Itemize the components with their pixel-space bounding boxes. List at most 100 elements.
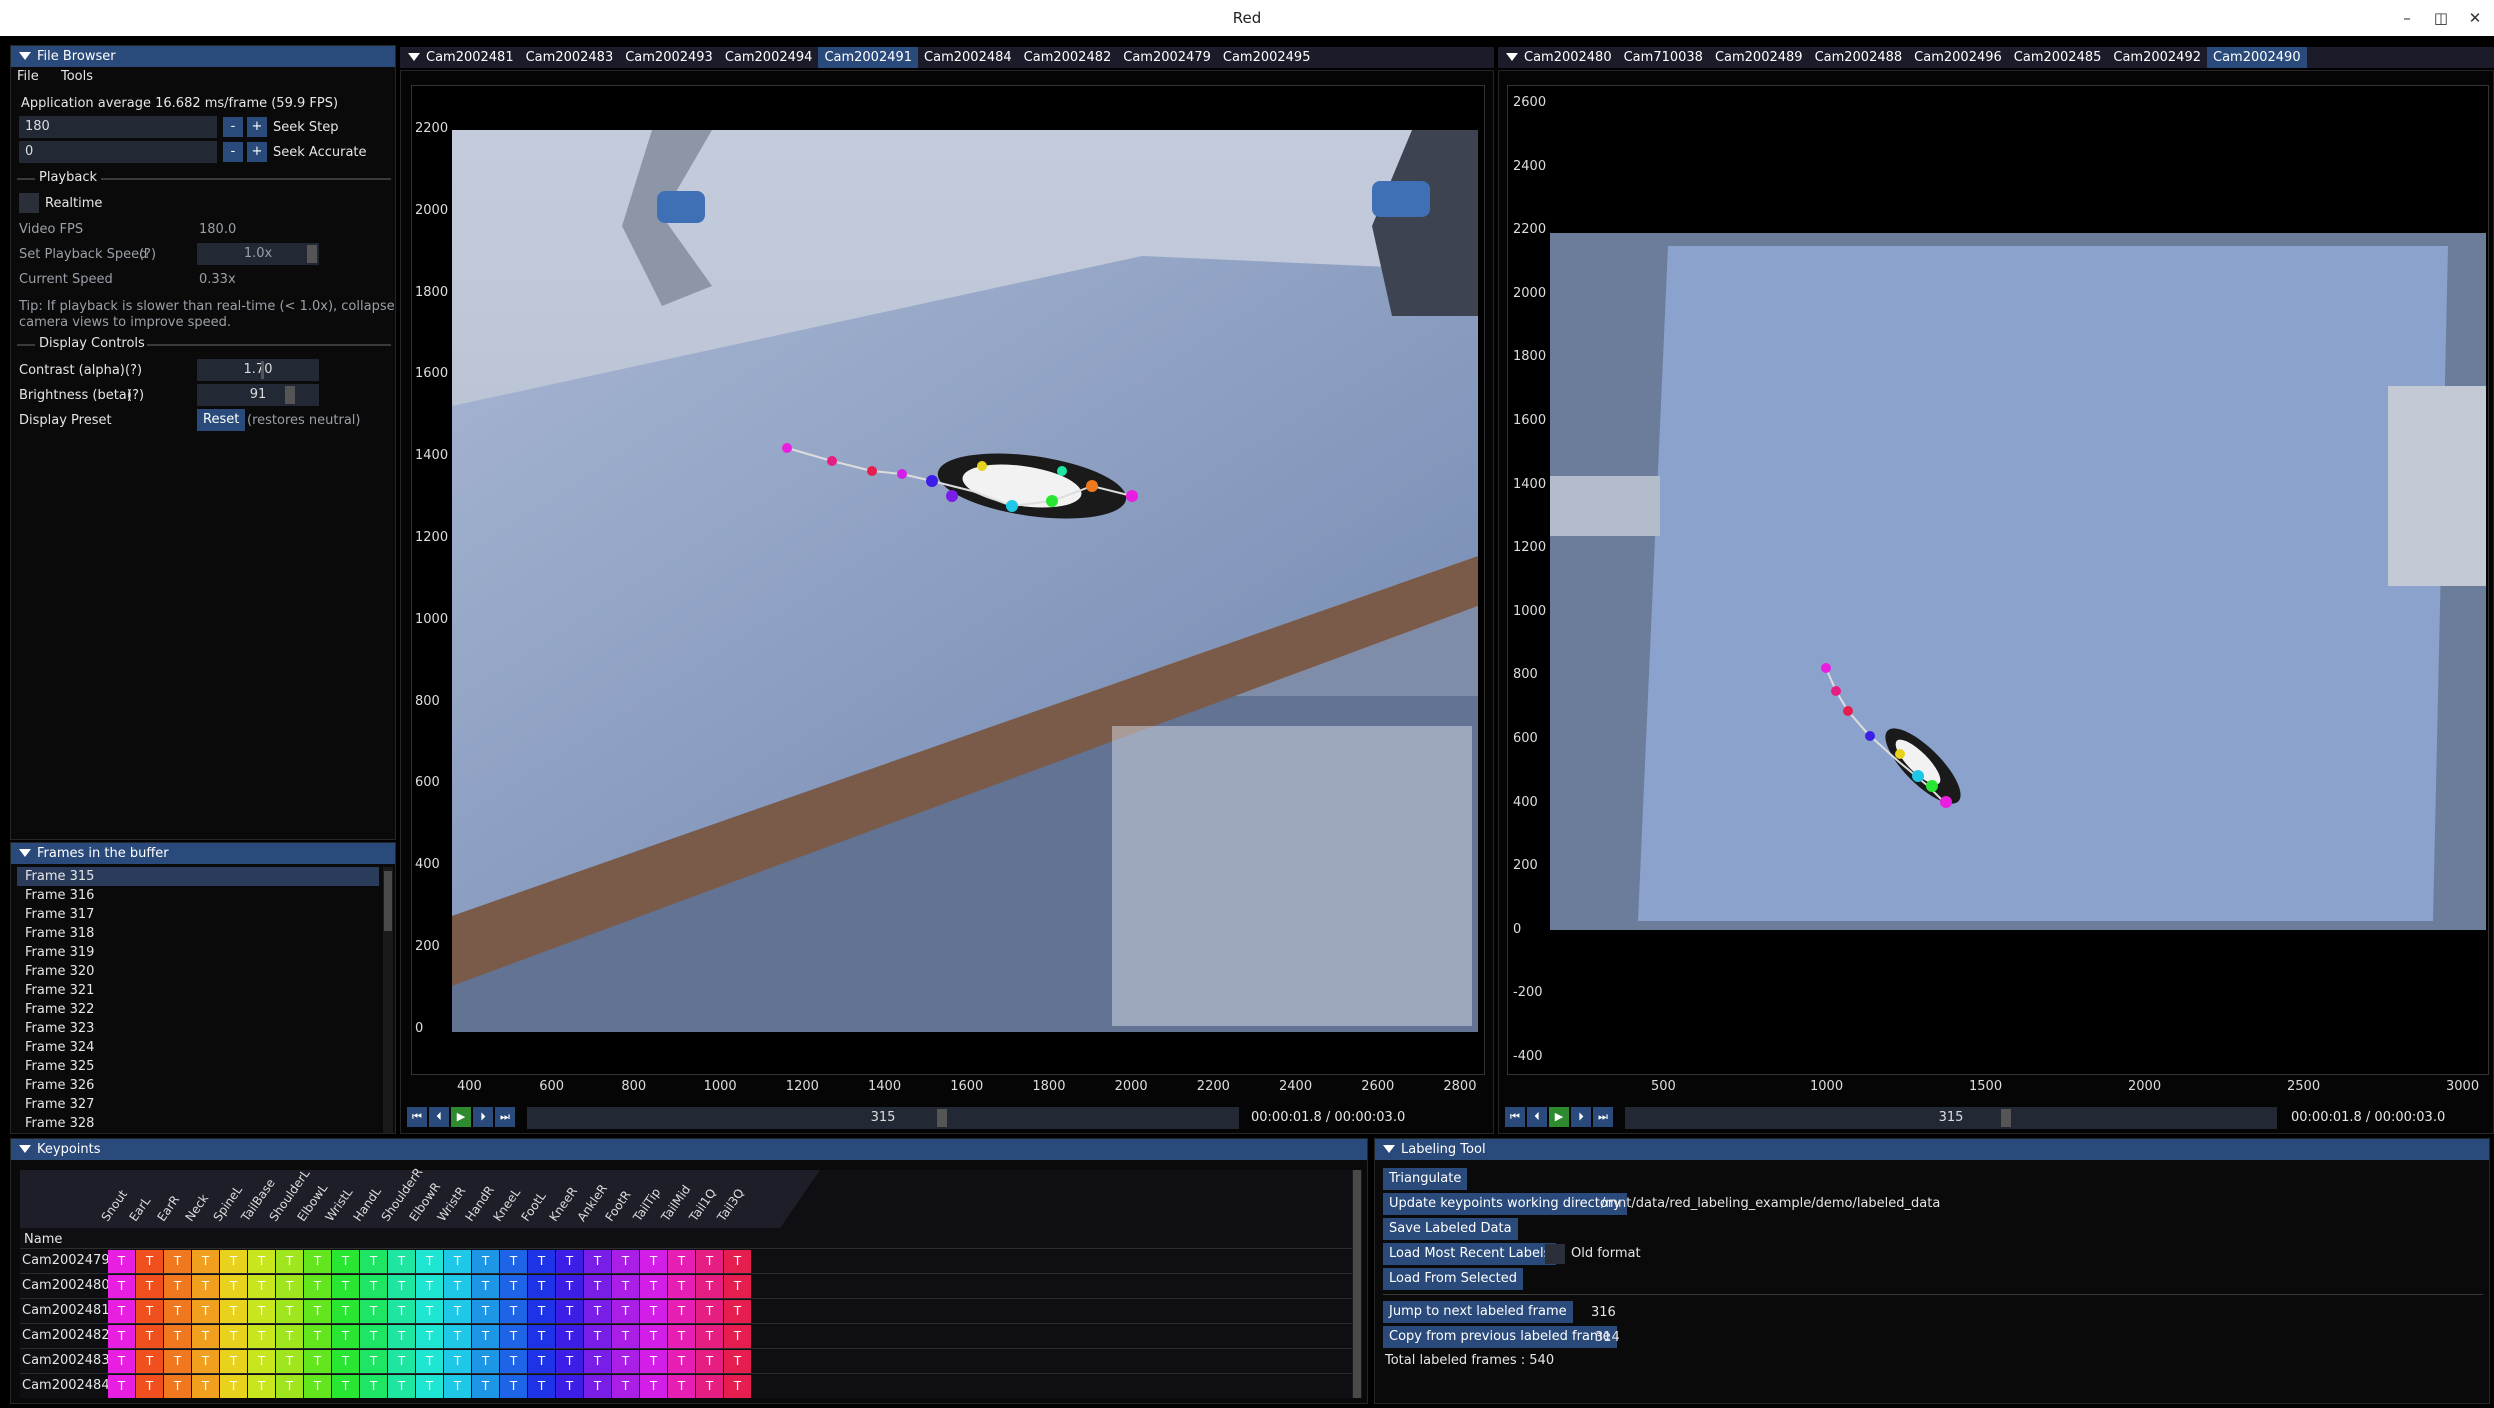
brightness-slider[interactable]: 91 [197,384,319,406]
keypoint-cell[interactable]: T [192,1350,219,1373]
keypoint-cell[interactable]: T [500,1325,527,1348]
keypoint-cell[interactable]: T [640,1350,667,1373]
keypoint-cell[interactable]: T [584,1275,611,1298]
load-from-selected-button[interactable]: Load From Selected [1383,1268,1524,1290]
file-browser-header[interactable]: File Browser [11,46,395,67]
keypoint-cell[interactable]: T [276,1300,303,1323]
keypoint-cell[interactable]: T [108,1350,135,1373]
triangulate-button[interactable]: Triangulate [1383,1168,1468,1190]
keypoint-cell[interactable]: T [528,1350,555,1373]
frame-list-item[interactable]: Frame 326 [17,1076,379,1095]
keypoint-cell[interactable]: T [696,1250,723,1273]
camera-tab[interactable]: Cam2002482 [1018,47,1118,68]
keypoint-cell[interactable]: T [724,1275,751,1298]
skip-end-icon[interactable]: ⏭ [495,1107,515,1127]
save-labeled-data-button[interactable]: Save Labeled Data [1383,1218,1518,1240]
frame-slider[interactable]: 315 [527,1107,1239,1129]
collapse-icon[interactable] [1383,1145,1395,1153]
keypoint-cell[interactable]: T [584,1375,611,1398]
keypoint-cell[interactable]: T [696,1275,723,1298]
seek-step-input[interactable]: 180 [19,116,217,138]
keypoint-cell[interactable]: T [304,1375,331,1398]
keypoint-cell[interactable]: T [640,1250,667,1273]
camera-tab[interactable]: Cam2002490 [2207,47,2307,68]
keypoint-cell[interactable]: T [668,1275,695,1298]
keypoint-cell[interactable]: T [668,1325,695,1348]
frame-list-item[interactable]: Frame 317 [17,905,379,924]
keypoint-cell[interactable]: T [528,1375,555,1398]
keypoint-cell[interactable]: T [584,1350,611,1373]
frame-list-item[interactable]: Frame 323 [17,1019,379,1038]
seek-step-decrement-button[interactable]: - [223,117,243,137]
keypoint-cell[interactable]: T [444,1375,471,1398]
right-plot-area[interactable] [1507,85,2489,1075]
menu-file[interactable]: File [17,69,39,84]
keypoint-cell[interactable]: T [668,1350,695,1373]
keypoint-cell[interactable]: T [584,1300,611,1323]
keypoint-cell[interactable]: T [724,1375,751,1398]
camera-tab[interactable]: Cam2002479 [1117,47,1217,68]
keypoint-cell[interactable]: T [388,1300,415,1323]
keypoint-cell[interactable]: T [108,1375,135,1398]
keypoint-cell[interactable]: T [500,1300,527,1323]
keypoint-cell[interactable]: T [640,1300,667,1323]
scroll-thumb[interactable] [384,871,392,931]
keypoint-cell[interactable]: T [556,1325,583,1348]
frame-list-item[interactable]: Frame 327 [17,1095,379,1114]
contrast-slider[interactable]: 1.70 [197,359,319,381]
keypoint-cell[interactable]: T [444,1250,471,1273]
keypoint-cell[interactable]: T [500,1250,527,1273]
frame-list-item[interactable]: Frame 328 [17,1114,379,1133]
keypoint-cell[interactable]: T [220,1250,247,1273]
step-forward-icon[interactable]: ⏵ [1571,1107,1591,1127]
keypoint-cell[interactable]: T [360,1275,387,1298]
realtime-checkbox[interactable] [19,193,39,213]
step-back-icon[interactable]: ⏴ [429,1107,449,1127]
keypoint-cell[interactable]: T [696,1350,723,1373]
keypoint-cell[interactable]: T [164,1300,191,1323]
keypoint-cell[interactable]: T [668,1375,695,1398]
old-format-checkbox[interactable] [1545,1244,1565,1264]
keypoint-cell[interactable]: T [472,1250,499,1273]
keypoint-cell[interactable]: T [696,1300,723,1323]
keypoint-cell[interactable]: T [164,1325,191,1348]
keypoint-cell[interactable]: T [108,1300,135,1323]
keypoint-cell[interactable]: T [332,1375,359,1398]
keypoint-cell[interactable]: T [388,1275,415,1298]
keypoint-cell[interactable]: T [276,1325,303,1348]
seek-step-increment-button[interactable]: + [247,117,267,137]
keypoint-cell[interactable]: T [444,1300,471,1323]
collapse-icon[interactable] [19,52,31,60]
keypoint-cell[interactable]: T [500,1375,527,1398]
keypoint-cell[interactable]: T [108,1325,135,1348]
keypoint-cell[interactable]: T [276,1350,303,1373]
camera-tab[interactable]: Cam2002491 [818,47,919,68]
keypoint-cell[interactable]: T [360,1350,387,1373]
keypoint-cell[interactable]: T [164,1350,191,1373]
frame-list-item[interactable]: Frame 316 [17,886,379,905]
keypoint-cell[interactable]: T [164,1275,191,1298]
keypoint-cell[interactable]: T [332,1300,359,1323]
close-icon[interactable]: ✕ [2464,7,2486,29]
keypoint-cell[interactable]: T [304,1250,331,1273]
keypoint-cell[interactable]: T [612,1275,639,1298]
frame-list-item[interactable]: Frame 315 [17,867,379,886]
keypoint-cell[interactable]: T [220,1325,247,1348]
keypoint-cell[interactable]: T [220,1375,247,1398]
frame-slider-grab[interactable] [937,1109,947,1127]
keypoint-cell[interactable]: T [332,1350,359,1373]
keypoint-cell[interactable]: T [248,1275,275,1298]
keypoint-cell[interactable]: T [136,1275,163,1298]
keypoint-cell[interactable]: T [136,1325,163,1348]
brightness-help[interactable]: (?) [127,388,144,403]
keypoint-cell[interactable]: T [192,1325,219,1348]
keypoint-cell[interactable]: T [640,1375,667,1398]
keypoint-cell[interactable]: T [668,1250,695,1273]
keypoint-cell[interactable]: T [584,1325,611,1348]
keypoint-cell[interactable]: T [248,1350,275,1373]
keypoint-cell[interactable]: T [416,1300,443,1323]
camera-tab[interactable]: Cam2002494 [719,47,819,68]
playback-speed-slider[interactable]: 1.0x [197,243,319,265]
keypoint-cell[interactable]: T [584,1250,611,1273]
keypoint-cell[interactable]: T [640,1275,667,1298]
